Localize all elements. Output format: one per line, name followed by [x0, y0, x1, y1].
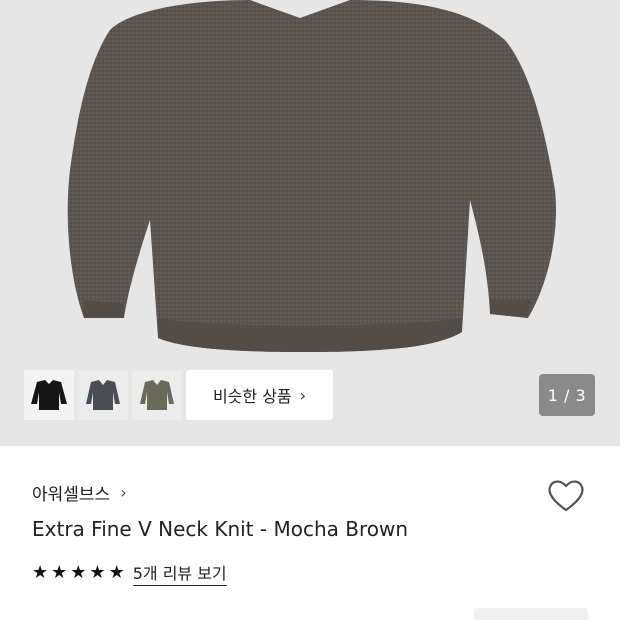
thumbnail-strip [24, 370, 182, 420]
rating-stars: ★ ★ ★ ★ ★ [32, 564, 125, 582]
brand-link[interactable]: 아워셀브스 › [32, 480, 127, 505]
chevron-right-icon: › [120, 483, 127, 502]
product-title: Extra Fine V Neck Knit - Mocha Brown [32, 517, 409, 541]
chevron-right-icon: › [299, 385, 307, 405]
olive-sweater-thumbnail-icon [140, 380, 174, 410]
bottom-partial-element [474, 608, 588, 620]
rating-row: ★ ★ ★ ★ ★ 5개 리뷰 보기 [32, 560, 227, 586]
thumbnail-olive[interactable] [132, 370, 182, 420]
heart-icon[interactable] [546, 476, 586, 516]
star-icon: ★ [51, 562, 68, 583]
star-icon: ★ [70, 562, 87, 583]
image-counter: 1 / 3 [539, 374, 595, 416]
star-icon: ★ [108, 562, 125, 583]
view-reviews-link[interactable]: 5개 리뷰 보기 [132, 560, 227, 586]
similar-products-label: 비슷한 상품 [212, 387, 292, 406]
brand-name: 아워셀브스 [32, 485, 111, 505]
star-icon: ★ [89, 562, 106, 583]
charcoal-sweater-thumbnail-icon [86, 380, 120, 410]
star-icon: ★ [32, 562, 49, 583]
thumbnail-black[interactable] [24, 370, 74, 420]
black-sweater-thumbnail-icon [31, 380, 67, 410]
similar-products-button[interactable]: 비슷한 상품 › [186, 370, 333, 420]
thumbnail-charcoal[interactable] [78, 370, 128, 420]
product-image-gallery[interactable]: 비슷한 상품 › 1 / 3 [0, 0, 620, 446]
